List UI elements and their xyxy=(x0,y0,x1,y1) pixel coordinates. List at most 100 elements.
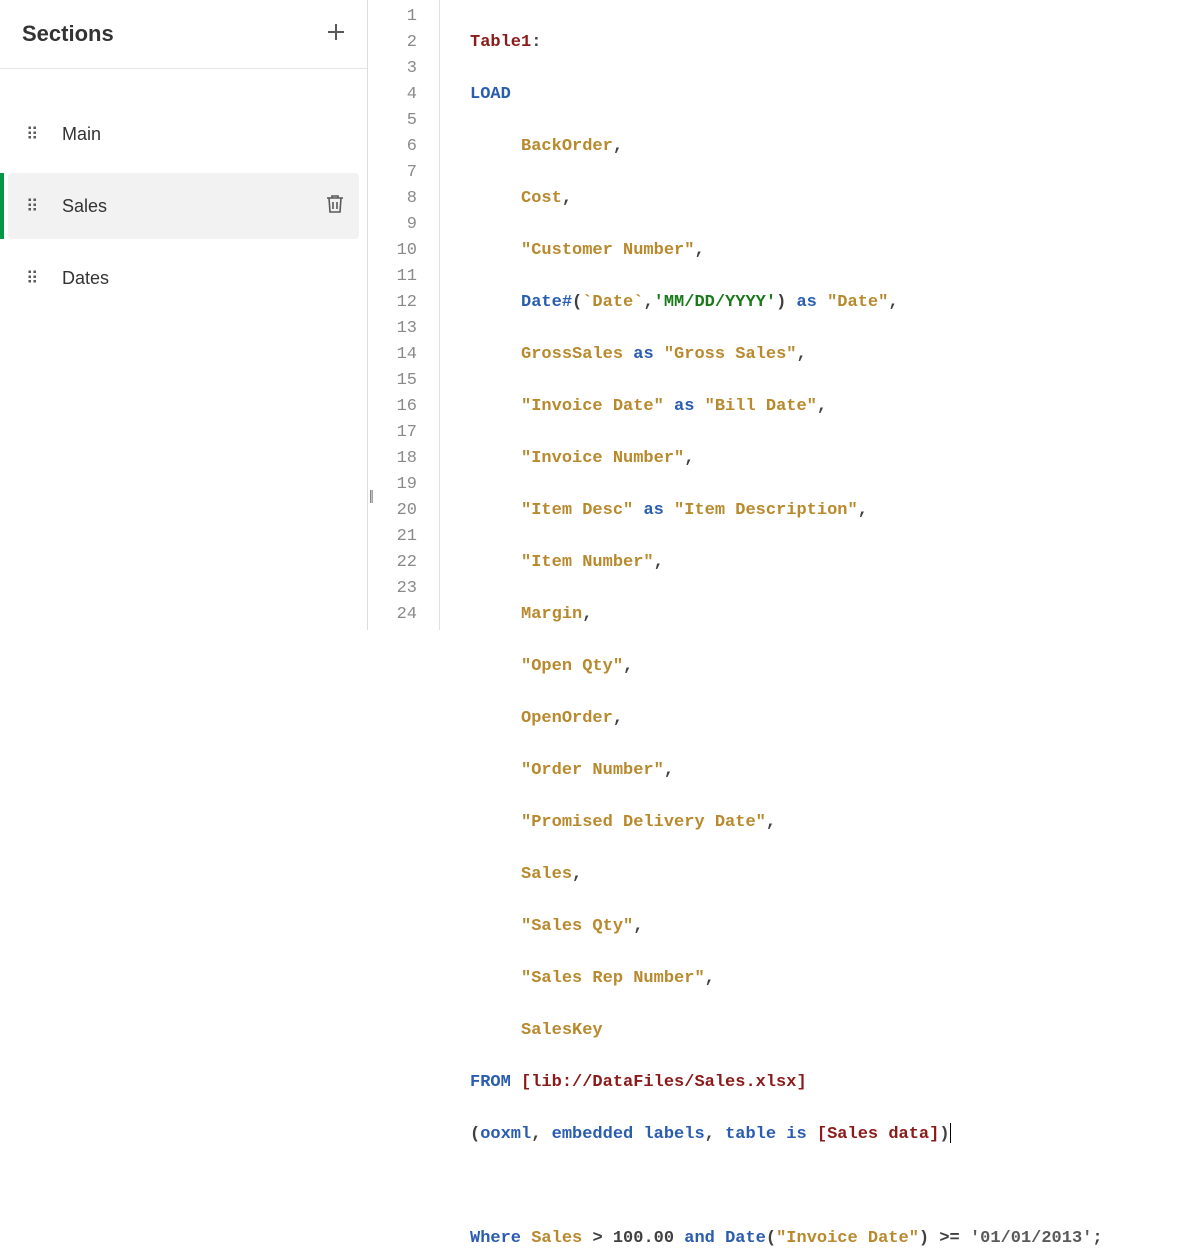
token-func: Date# xyxy=(521,293,572,312)
token-keyword: FROM xyxy=(470,1073,511,1092)
line-gutter: 1 2 3 4 5 6 7 8 9 10 11 12 13 14 15 16 1… xyxy=(368,0,440,630)
token-punc: ; xyxy=(1092,1229,1102,1248)
token-field: "Item Desc" xyxy=(521,501,633,520)
token-field: "Date" xyxy=(827,293,888,312)
sidebar-item-label: Dates xyxy=(62,268,345,289)
line-number: 1 xyxy=(368,4,417,30)
token-punc: , xyxy=(531,1125,541,1144)
token-table-ref: [Sales data] xyxy=(817,1125,939,1144)
token-field: Sales xyxy=(521,865,572,884)
token-punc: , xyxy=(694,241,704,260)
line-number: 13 xyxy=(368,316,417,342)
token-keyword: table xyxy=(725,1125,776,1144)
token-punc: , xyxy=(705,969,715,988)
delete-section-button[interactable] xyxy=(325,193,345,220)
token-punc: ( xyxy=(470,1125,480,1144)
line-number: 4 xyxy=(368,82,417,108)
token-field: Sales xyxy=(531,1229,582,1248)
token-punc: , xyxy=(613,709,623,728)
line-number: 2 xyxy=(368,30,417,56)
code-editor[interactable]: 1 2 3 4 5 6 7 8 9 10 11 12 13 14 15 16 1… xyxy=(368,0,1191,630)
token-field: "Sales Rep Number" xyxy=(521,969,705,988)
token-punc: , xyxy=(858,501,868,520)
token-literal: 'MM/DD/YYYY' xyxy=(654,293,776,312)
sections-sidebar: Sections ⠿ Main ⠿ Sales ⠿ Dates || xyxy=(0,0,368,630)
drag-handle-icon[interactable]: ⠿ xyxy=(26,203,40,210)
token-punc: , xyxy=(796,345,806,364)
line-number: 19 xyxy=(368,472,417,498)
token-path: [lib://DataFiles/Sales.xlsx] xyxy=(521,1073,807,1092)
drag-handle-icon[interactable]: ⠿ xyxy=(26,131,40,138)
token-field: "Open Qty" xyxy=(521,657,623,676)
token-keyword: ooxml xyxy=(480,1125,531,1144)
line-number: 17 xyxy=(368,420,417,446)
token-keyword: is xyxy=(786,1125,806,1144)
token-punc: , xyxy=(562,189,572,208)
token-literal: '01/01/2013' xyxy=(970,1229,1092,1248)
token-field: "Promised Delivery Date" xyxy=(521,813,766,832)
sidebar-item-sales[interactable]: ⠿ Sales xyxy=(8,173,359,239)
token-keyword: as xyxy=(796,293,816,312)
token-field: `Date` xyxy=(582,293,643,312)
line-number: 20 xyxy=(368,498,417,524)
line-number: 22 xyxy=(368,550,417,576)
add-section-button[interactable] xyxy=(325,21,347,47)
line-number: 9 xyxy=(368,212,417,238)
token-punc: , xyxy=(572,865,582,884)
token-field: "Invoice Date" xyxy=(776,1229,919,1248)
sidebar-header: Sections xyxy=(0,0,367,69)
line-number: 6 xyxy=(368,134,417,160)
sidebar-item-dates[interactable]: ⠿ Dates xyxy=(8,245,359,311)
token-field: "Invoice Number" xyxy=(521,449,684,468)
token-field: "Item Description" xyxy=(674,501,858,520)
line-number: 8 xyxy=(368,186,417,212)
token-punc: ( xyxy=(572,293,582,312)
token-field: "Sales Qty" xyxy=(521,917,633,936)
line-number: 24 xyxy=(368,602,417,628)
line-number: 16 xyxy=(368,394,417,420)
token-field: "Gross Sales" xyxy=(664,345,797,364)
token-field: GrossSales xyxy=(521,345,623,364)
code-body[interactable]: Table1: LOAD BackOrder, Cost, "Customer … xyxy=(440,0,1103,630)
line-number: 7 xyxy=(368,160,417,186)
token-punc: ( xyxy=(766,1229,776,1248)
token-punc: , xyxy=(643,293,653,312)
sidebar-item-main[interactable]: ⠿ Main xyxy=(8,101,359,167)
line-number: 12 xyxy=(368,290,417,316)
sidebar-title: Sections xyxy=(22,21,114,47)
token-field: OpenOrder xyxy=(521,709,613,728)
token-number: 100.00 xyxy=(613,1229,674,1248)
token-punc: , xyxy=(654,553,664,572)
sidebar-item-label: Main xyxy=(62,124,345,145)
token-punc: , xyxy=(766,813,776,832)
token-field: BackOrder xyxy=(521,137,613,156)
sections-list: ⠿ Main ⠿ Sales ⠿ Dates xyxy=(0,69,367,325)
token-field: "Order Number" xyxy=(521,761,664,780)
token-field: Margin xyxy=(521,605,582,624)
drag-handle-icon[interactable]: ⠿ xyxy=(26,275,40,282)
token-punc: , xyxy=(613,137,623,156)
token-punc: ) xyxy=(776,293,786,312)
line-number: 5 xyxy=(368,108,417,134)
line-number: 15 xyxy=(368,368,417,394)
token-keyword: Where xyxy=(470,1229,521,1248)
token-punc: ) xyxy=(939,1125,949,1144)
line-number: 3 xyxy=(368,56,417,82)
text-cursor xyxy=(950,1123,951,1143)
token-field: "Invoice Date" xyxy=(521,397,664,416)
token-keyword: labels xyxy=(643,1125,704,1144)
token-keyword: LOAD xyxy=(470,85,511,104)
splitter-handle-icon[interactable]: || xyxy=(369,487,372,503)
token-field: Cost xyxy=(521,189,562,208)
token-field: "Customer Number" xyxy=(521,241,694,260)
token-op: >= xyxy=(939,1229,959,1248)
token-punc: , xyxy=(623,657,633,676)
token-punc: , xyxy=(684,449,694,468)
token-punc: , xyxy=(705,1125,715,1144)
token-punc: , xyxy=(888,293,898,312)
token-keyword: as xyxy=(643,501,663,520)
token-punc: , xyxy=(633,917,643,936)
line-number: 18 xyxy=(368,446,417,472)
token-table: Table1 xyxy=(470,33,531,52)
token-punc: , xyxy=(582,605,592,624)
